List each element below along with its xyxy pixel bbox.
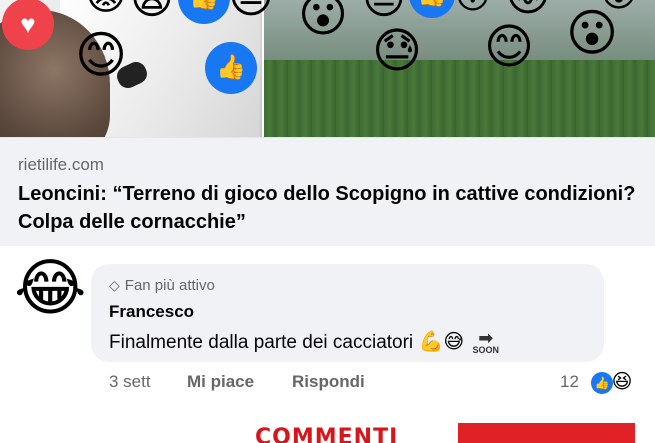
preview-domain: rietilife.com [18,155,104,174]
preview-headline[interactable]: Leoncini: “Terreno di gioco dello Scopig… [18,180,638,236]
emoji-overlay: 😓 [372,25,423,78]
banner-text: COMMENTI [255,425,399,443]
emoji-overlay: 😔 [228,0,274,20]
flexed-biceps-icon: 💪 [418,331,444,353]
banner-red-box [458,423,635,443]
emoji-overlay: 😯 [455,0,490,14]
emoji-overlay: 😖 [505,0,551,18]
avatar[interactable]: 😂 [14,258,86,320]
emoji-overlay: 😮 [566,5,619,61]
comment-author[interactable]: Francesco [109,302,194,322]
thumbs-up-icon: 👍 [216,54,246,81]
heart-icon: ♥ [20,9,36,39]
emoji-overlay: 😊 [75,27,128,83]
emoji-overlay: 😟 [85,0,127,16]
grinning-sweat-icon: 😅 [443,331,465,353]
heart-reaction: ♥ [2,0,54,50]
emoji-overlay: 😑 [362,0,406,20]
laughing-icon[interactable]: 😆 [611,370,633,393]
soon-arrow-icon: ➡ SOON [472,327,500,355]
reaction-count[interactable]: 12 [560,372,579,392]
bottom-banner: COMMENTI [255,423,635,443]
comment-timestamp[interactable]: 3 sett [109,372,151,392]
diamond-icon: ◇ [109,277,120,293]
grass-field-shape [264,60,655,137]
comment-text: Finalmente dalla parte dei cacciatori 💪😅… [109,329,499,355]
reply-button[interactable]: Rispondi [292,372,365,392]
like-reaction: 👍 [205,42,257,94]
comment-text-body: Finalmente dalla parte dei cacciatori [109,332,414,353]
emoji-overlay: 😮 [298,0,349,42]
thumbs-up-icon: 👍 [417,0,447,7]
emoji-overlay: 😊 [484,21,535,74]
fan-badge: ◇ Fan più attivo [109,277,215,294]
link-preview-card[interactable]: 😟 😫 😔 😮 😑 😯 😖 😮 😊 😓 😊 😮 ♥ 👍 👍 👍 rietilif… [0,0,655,246]
emoji-overlay: 😫 [130,0,174,20]
preview-meta[interactable]: rietilife.com Leoncini: “Terreno di gioc… [0,137,655,246]
thumbs-up-icon: 👍 [189,0,219,10]
fan-badge-label: Fan più attivo [124,277,215,294]
comment-bubble[interactable]: ◇ Fan più attivo Francesco Finalmente da… [91,264,604,362]
like-button[interactable]: Mi piace [187,372,254,392]
